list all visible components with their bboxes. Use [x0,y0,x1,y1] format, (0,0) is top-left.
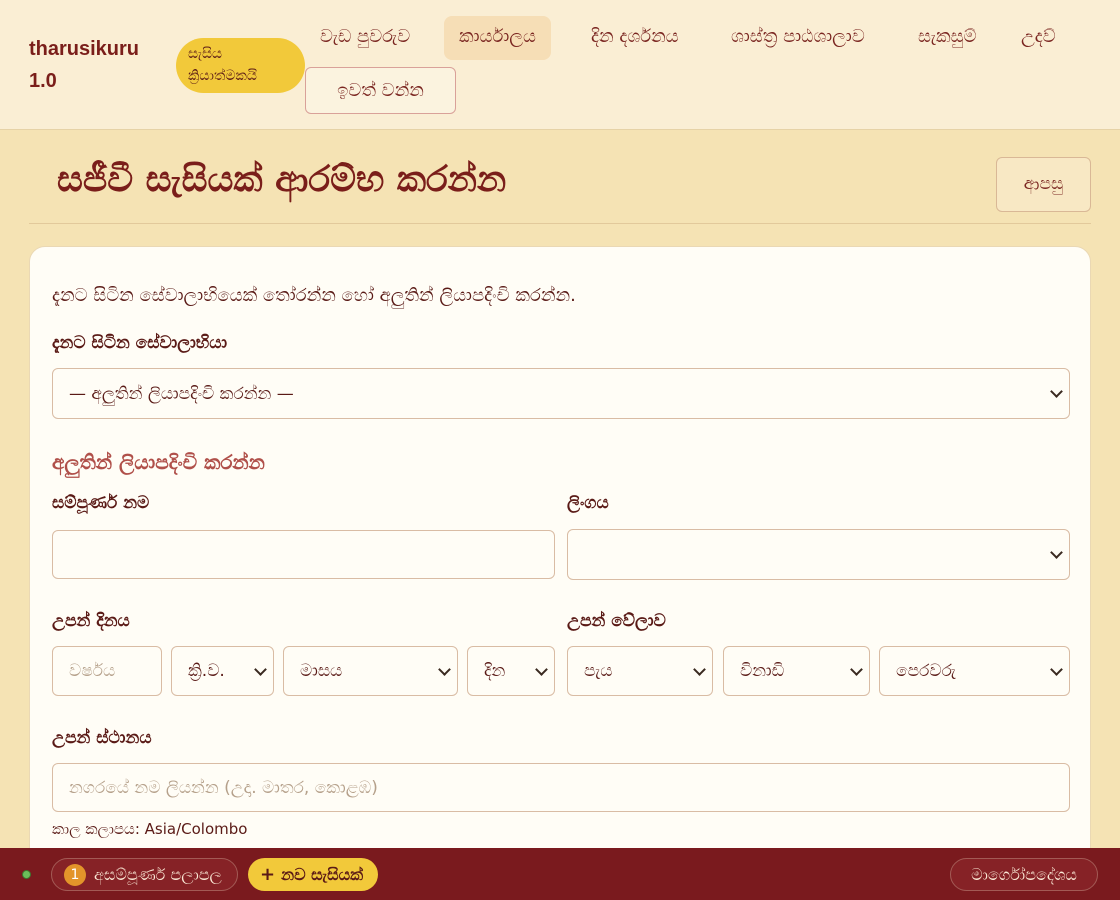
page-divider [29,223,1091,224]
chevron-down-icon [1050,546,1063,559]
nav-item-help[interactable]: උදව් [1006,16,1071,60]
birth-day-value: දින [484,661,506,681]
birth-era-value: ක්‍රි.ව. [188,661,225,681]
birth-place-label: උපන් ස්ථානය [52,728,152,748]
nav-item-dashboard[interactable]: වැඩ පුවරුව [305,16,425,60]
birth-date-label: උපන් දිනය [52,611,130,631]
birth-day-select[interactable]: දින [467,646,555,696]
gender-select[interactable] [567,529,1070,580]
drafts-count-badge: 1 [64,863,86,886]
plus-icon: + [260,864,276,885]
page-title: සජීවී සැසියක් ආරම්භ කරන්න [57,158,507,200]
nav-item-academy[interactable]: ශාස්ත්‍ර පාඨශාලාව [716,16,880,60]
birth-minute-select[interactable]: විනාඩි [723,646,870,696]
full-name-label: සම්පූර්ණ නම [52,493,150,513]
session-status-badge: සැසිය ක්‍රියාත්මකයි [176,38,305,93]
new-session-form-card: දැනට සිටින සේවාලාභියෙක් තෝරන්න හෝ අලුතින… [29,246,1091,886]
incomplete-readings-button[interactable]: 1 අසම්පූර්ණ පලාපල [51,858,238,891]
birth-ampm-select[interactable]: පෙරවරු [879,646,1070,696]
app-brand[interactable]: tharusikuru 1.0 [29,33,159,97]
back-button[interactable]: ආපසු [996,157,1091,212]
gender-label: ලිංගය [567,493,609,513]
guide-button[interactable]: මාර්ගෝපදේශය [950,858,1098,891]
form-intro-text: දැනට සිටින සේවාලාභියෙක් තෝරන්න හෝ අලුතින… [52,285,576,306]
birth-era-select[interactable]: ක්‍රි.ව. [171,646,274,696]
timezone-info: කාල කලාපය: Asia/Colombo [52,820,247,838]
logout-button[interactable]: ඉවත් වන්න [305,67,456,114]
chevron-down-icon [850,662,863,676]
timezone-value: Asia/Colombo [144,820,248,838]
drafts-label: අසම්පූර්ණ පලාපල [94,864,222,884]
birth-place-input[interactable] [52,763,1070,812]
existing-client-select-value: — අලුතින් ලියාපදිංචි කරන්න — [69,383,294,404]
birth-ampm-value: පෙරවරු [896,661,956,681]
chevron-down-icon [1050,385,1063,398]
birth-month-select[interactable]: මාසය [283,646,458,696]
birth-hour-value: පැය [584,661,613,681]
birth-time-label: උපන් වේලාව [567,611,666,631]
chevron-down-icon [535,662,548,676]
new-registration-heading: අලුතින් ලියාපදිංචි කරන්න [52,450,265,474]
timezone-label: කාල කලාපය: [52,820,140,838]
nav-item-office[interactable]: කාර්යාලය [444,16,551,60]
birth-year-input[interactable] [52,646,162,696]
chevron-down-icon [254,662,267,676]
existing-client-select[interactable]: — අලුතින් ලියාපදිංචි කරන්න — [52,368,1070,419]
nav-item-calendar[interactable]: දින දර්ශනය [576,16,694,60]
chevron-down-icon [1050,662,1063,676]
birth-hour-select[interactable]: පැය [567,646,713,696]
existing-client-label: දැනට සිටින සේවාලාභියා [52,333,228,353]
birth-minute-value: විනාඩි [740,661,785,681]
new-session-label: නව සැසියක් [281,864,364,884]
new-session-button[interactable]: + නව සැසියක් [248,858,378,891]
birth-month-value: මාසය [300,661,343,681]
full-name-input[interactable] [52,530,555,579]
top-navigation: tharusikuru 1.0 සැසිය ක්‍රියාත්මකයි වැඩ … [0,0,1120,130]
chevron-down-icon [693,662,706,676]
chevron-down-icon [438,662,451,676]
nav-item-settings[interactable]: සැකසුම් [903,16,991,60]
status-dot-icon [22,870,31,879]
